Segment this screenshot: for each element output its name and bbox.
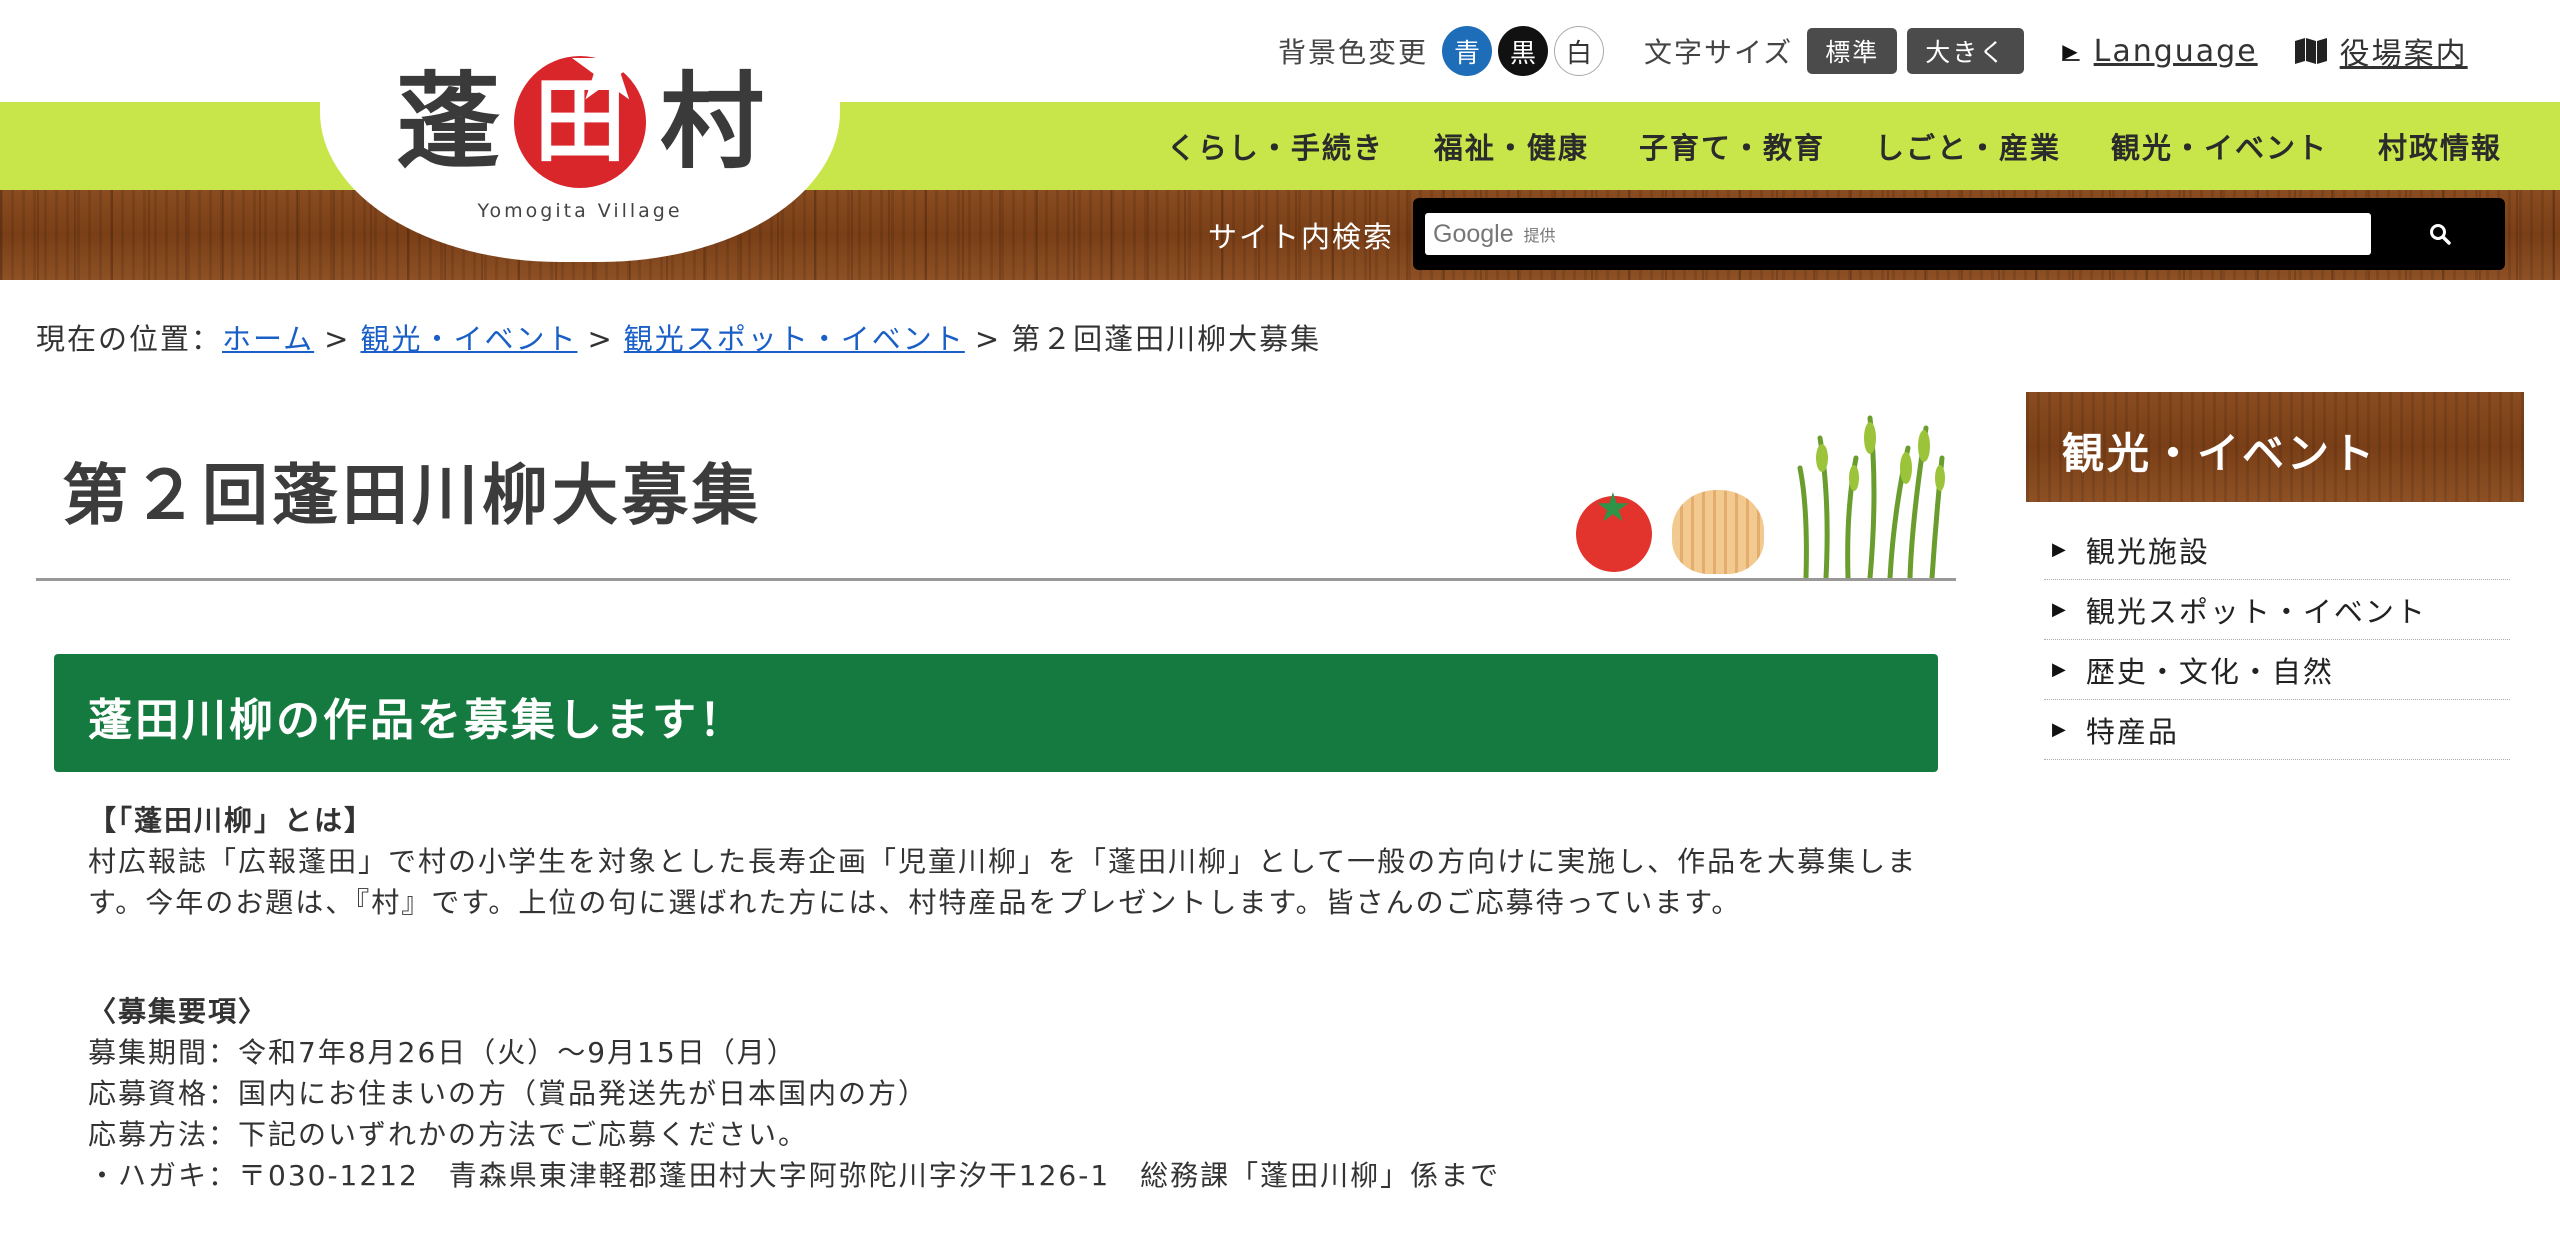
logo-wordmark: 蓬 ★ 田 村 bbox=[320, 22, 840, 192]
nav-work[interactable]: しごと・産業 bbox=[1875, 125, 2061, 167]
breadcrumb-spots-events[interactable]: 観光スポット・イベント bbox=[624, 322, 965, 356]
guide-postcard: ・ハガキ：〒030-1212 青森県東津軽郡蓬田村大字阿弥陀川字汐干126-1 … bbox=[88, 1159, 1501, 1192]
breadcrumb-separator: > bbox=[974, 322, 1002, 356]
font-size-label: 文字サイズ bbox=[1644, 36, 1794, 69]
language-link-label: Language bbox=[2093, 33, 2258, 69]
sidebar-item-label: 観光スポット・イベント bbox=[2085, 594, 2427, 629]
breadcrumb-home[interactable]: ホーム bbox=[222, 322, 314, 356]
scallop-icon bbox=[1672, 490, 1764, 574]
title-divider bbox=[36, 578, 1956, 581]
triangle-right-icon: ▶ bbox=[2062, 39, 2080, 63]
search-button[interactable] bbox=[2385, 208, 2495, 260]
utility-bar: 背景色変更 青 黒 白 文字サイズ 標準 大きく ▶ Language 役場案内 bbox=[1278, 22, 2468, 80]
star-icon: ★ bbox=[566, 14, 649, 121]
site-header: 蓬 ★ 田 村 Yomogita Village 背景色変更 青 黒 白 文字サ… bbox=[0, 0, 2560, 280]
bg-white-button[interactable]: 白 bbox=[1554, 26, 1605, 76]
bg-blue-button[interactable]: 青 bbox=[1442, 26, 1493, 76]
about-heading: 【「蓬田川柳」とは】 bbox=[88, 804, 375, 837]
sidebar-menu: ▶ 観光施設 ▶ 観光スポット・イベント ▶ 歴史・文化・自然 ▶ 特産品 bbox=[2044, 520, 2510, 760]
sidebar-item-spots-events[interactable]: ▶ 観光スポット・イベント bbox=[2044, 580, 2510, 640]
section-heading: 蓬田川柳の作品を募集します！ bbox=[88, 695, 746, 746]
tomato-leaf-icon: ★ bbox=[1595, 485, 1631, 531]
logo-char-mura: 村 bbox=[660, 61, 765, 183]
about-text: 村広報誌「広報蓬田」で村の小学生を対象とした長寿企画「児童川柳」を「蓬田川柳」と… bbox=[88, 845, 1918, 919]
breadcrumb-separator: > bbox=[587, 322, 614, 356]
font-large-button[interactable]: 大きく bbox=[1907, 28, 2025, 74]
site-search: Google 提供 bbox=[1413, 198, 2505, 270]
search-field[interactable]: Google 提供 bbox=[1425, 213, 2371, 255]
office-guide-link[interactable]: 役場案内 bbox=[2294, 29, 2468, 73]
search-icon bbox=[2430, 224, 2451, 245]
sidebar-heading-box: 観光・イベント bbox=[2026, 392, 2524, 502]
nav-childcare[interactable]: 子育て・教育 bbox=[1639, 125, 1825, 167]
google-logo: Google bbox=[1433, 219, 1514, 248]
nav-tourism[interactable]: 観光・イベント bbox=[2111, 125, 2328, 167]
global-nav: くらし・手続き 福祉・健康 子育て・教育 しごと・産業 観光・イベント 村政情報 bbox=[1117, 102, 2502, 190]
sidebar-item-label: 特産品 bbox=[2085, 714, 2179, 749]
guide-eligibility: 応募資格：国内にお住まいの方（賞品発送先が日本国内の方） bbox=[88, 1077, 929, 1110]
triangle-right-icon: ▶ bbox=[2052, 539, 2068, 560]
search-input[interactable] bbox=[1535, 213, 2355, 255]
breadcrumb-tourism[interactable]: 観光・イベント bbox=[360, 322, 577, 356]
guide-period: 募集期間：令和7年8月26日（火）～9月15日（月） bbox=[88, 1036, 797, 1069]
language-link[interactable]: ▶ Language bbox=[2062, 34, 2257, 69]
nav-living[interactable]: くらし・手続き bbox=[1167, 125, 1384, 167]
office-guide-label: 役場案内 bbox=[2339, 37, 2468, 72]
nav-village-admin[interactable]: 村政情報 bbox=[2378, 125, 2502, 167]
grass-icon bbox=[1797, 415, 1945, 578]
triangle-right-icon: ▶ bbox=[2052, 719, 2068, 740]
background-color-label: 背景色変更 bbox=[1278, 36, 1429, 69]
sidebar-item-specialties[interactable]: ▶ 特産品 bbox=[2044, 700, 2510, 760]
bg-black-button[interactable]: 黒 bbox=[1498, 26, 1549, 76]
breadcrumb-prefix: 現在の位置： bbox=[36, 322, 223, 356]
site-logo[interactable]: 蓬 ★ 田 村 Yomogita Village bbox=[320, 0, 840, 270]
breadcrumb: 現在の位置：ホーム > 観光・イベント > 観光スポット・イベント > 第２回蓬田川柳大募集 bbox=[36, 316, 1321, 358]
section-heading-box: 蓬田川柳の作品を募集します！ bbox=[54, 654, 1938, 772]
font-standard-button[interactable]: 標準 bbox=[1807, 28, 1898, 74]
triangle-right-icon: ▶ bbox=[2052, 659, 2068, 680]
breadcrumb-separator: > bbox=[324, 322, 351, 356]
nav-welfare[interactable]: 福祉・健康 bbox=[1434, 125, 1589, 167]
breadcrumb-current: 第２回蓬田川柳大募集 bbox=[1011, 322, 1322, 356]
site-search-label: サイト内検索 bbox=[1208, 220, 1395, 254]
guide-heading: 〈募集要項〉 bbox=[88, 995, 269, 1028]
sidebar-item-label: 観光施設 bbox=[2085, 534, 2210, 569]
logo-tomato-mark: ★ 田 bbox=[514, 22, 648, 188]
logo-subtitle: Yomogita Village bbox=[477, 200, 683, 222]
sidebar-item-history-culture[interactable]: ▶ 歴史・文化・自然 bbox=[2044, 640, 2510, 700]
logo-char-yomogi: 蓬 bbox=[395, 61, 500, 183]
guide-method: 応募方法：下記のいずれかの方法でご応募ください。 bbox=[88, 1118, 809, 1151]
article-body: 【「蓬田川柳」とは】 村広報誌「広報蓬田」で村の小学生を対象とした長寿企画「児童… bbox=[88, 800, 1928, 1196]
sidebar-item-label: 歴史・文化・自然 bbox=[2085, 654, 2334, 689]
map-icon bbox=[2294, 37, 2328, 65]
page-title: 第２回蓬田川柳大募集 bbox=[62, 457, 762, 534]
sidebar-item-facilities[interactable]: ▶ 観光施設 bbox=[2044, 520, 2510, 580]
triangle-right-icon: ▶ bbox=[2052, 599, 2068, 620]
sidebar-heading: 観光・イベント bbox=[2062, 429, 2378, 478]
